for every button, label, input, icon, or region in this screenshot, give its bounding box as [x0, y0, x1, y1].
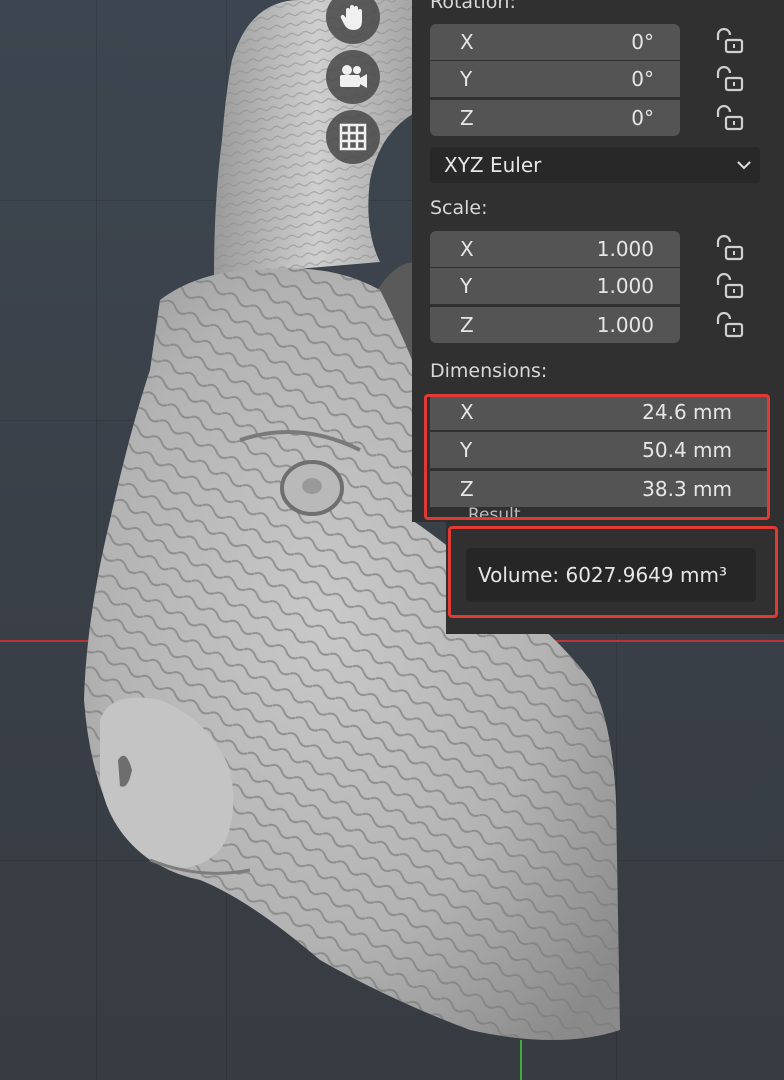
- dimensions-label: Dimensions:: [430, 360, 548, 382]
- rotation-y-field[interactable]: Y 0°: [430, 61, 680, 97]
- scale-x-field[interactable]: X 1.000: [430, 231, 680, 267]
- field-value: 0°: [631, 67, 654, 91]
- dimensions-highlight: [424, 394, 770, 520]
- lock-icon[interactable]: [714, 312, 746, 340]
- axis-label: Y: [460, 274, 473, 298]
- axis-label: Z: [460, 313, 474, 337]
- axis-label: X: [460, 237, 474, 261]
- grid-icon[interactable]: [326, 110, 380, 164]
- camera-icon[interactable]: [326, 50, 380, 104]
- field-value: 0°: [631, 30, 654, 54]
- lock-icon[interactable]: [714, 273, 746, 301]
- lock-icon[interactable]: [714, 105, 746, 133]
- chevron-down-icon: [737, 161, 751, 170]
- field-value: 1.000: [596, 237, 654, 261]
- volume-highlight: [448, 526, 778, 618]
- lock-icon[interactable]: [714, 28, 746, 56]
- field-value: 0°: [631, 106, 654, 130]
- scale-label: Scale:: [430, 197, 488, 219]
- scale-y-field[interactable]: Y 1.000: [430, 268, 680, 304]
- field-value: 1.000: [596, 274, 654, 298]
- axis-label: X: [460, 30, 474, 54]
- rotation-label: Rotation:: [430, 0, 516, 13]
- rotation-mode-select[interactable]: XYZ Euler: [430, 147, 760, 183]
- axis-label: Y: [460, 67, 473, 91]
- lock-icon[interactable]: [714, 235, 746, 263]
- rotation-mode-value: XYZ Euler: [444, 153, 542, 177]
- lock-icon[interactable]: [714, 66, 746, 94]
- rotation-x-field[interactable]: X 0°: [430, 24, 680, 60]
- field-value: 1.000: [596, 313, 654, 337]
- rotation-z-field[interactable]: Z 0°: [430, 100, 680, 136]
- axis-label: Z: [460, 106, 474, 130]
- scale-z-field[interactable]: Z 1.000: [430, 307, 680, 343]
